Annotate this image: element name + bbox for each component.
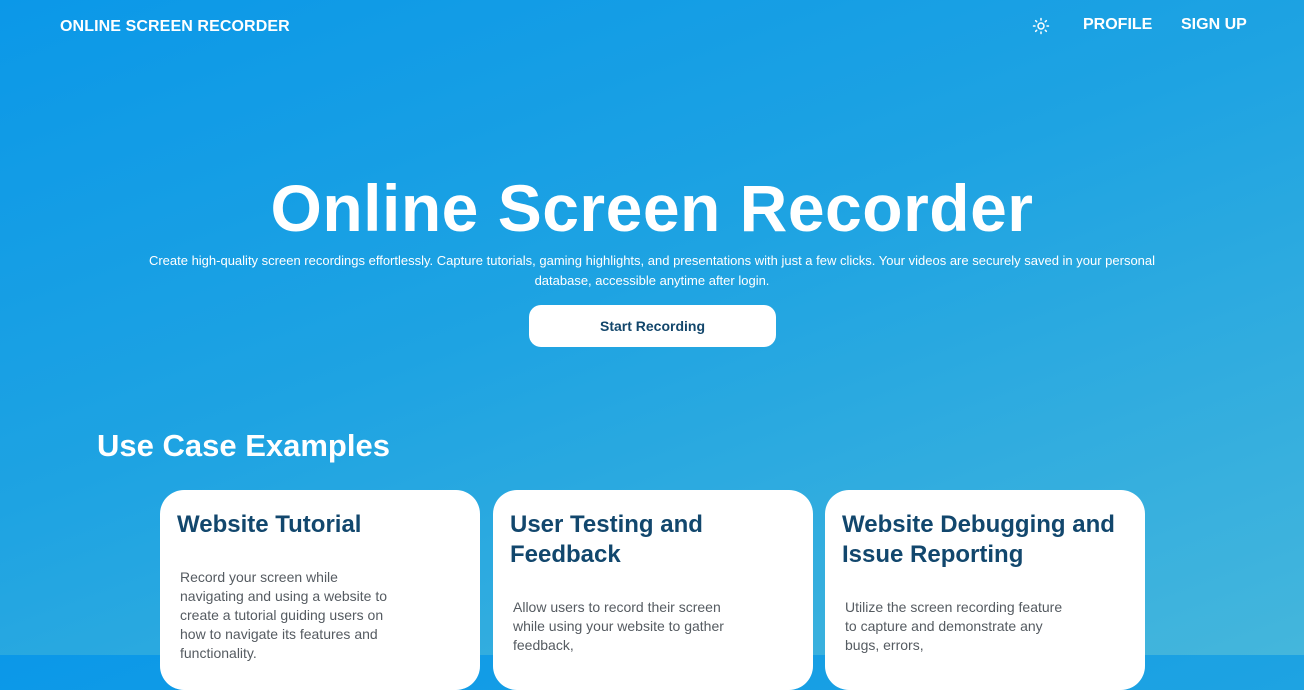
- card-description: Record your screen while navigating and …: [180, 569, 388, 661]
- start-recording-button[interactable]: Start Recording: [529, 305, 776, 347]
- nav-profile-link[interactable]: PROFILE: [1083, 16, 1152, 34]
- card-description: Allow users to record their screen while…: [513, 599, 724, 653]
- brand-logo-text[interactable]: ONLINE SCREEN RECORDER: [60, 18, 290, 36]
- use-case-card-website-tutorial: Website Tutorial Record your screen whil…: [160, 490, 480, 690]
- hero-subtitle: Create high-quality screen recordings ef…: [148, 253, 1156, 288]
- card-title: Website Tutorial: [177, 511, 362, 538]
- sun-icon: [1032, 17, 1050, 35]
- nav-sign-up-link[interactable]: SIGN UP: [1181, 16, 1247, 34]
- card-description: Utilize the screen recording feature to …: [845, 599, 1063, 653]
- use-case-section-title: Use Case Examples: [97, 428, 390, 463]
- top-navigation-bar: ONLINE SCREEN RECORDER PROFILE SIGN UP: [0, 0, 1304, 55]
- use-case-card-user-testing: User Testing and Feedback Allow users to…: [493, 490, 813, 690]
- use-case-card-website-debugging: Website Debugging and Issue Reporting Ut…: [825, 490, 1145, 690]
- hero-title: Online Screen Recorder: [270, 171, 1034, 245]
- card-title: User Testing and Feedback: [510, 511, 703, 568]
- card-title: Website Debugging and Issue Reporting: [842, 511, 1115, 568]
- theme-toggle-button[interactable]: [1031, 16, 1051, 36]
